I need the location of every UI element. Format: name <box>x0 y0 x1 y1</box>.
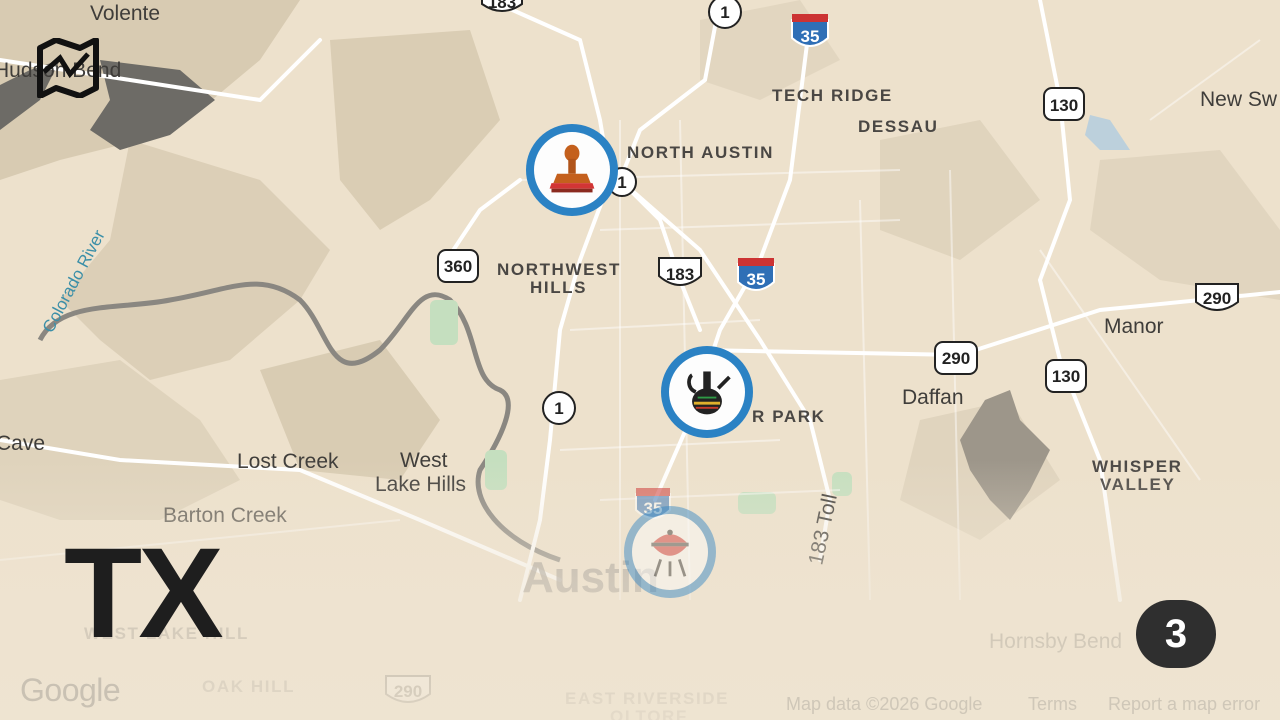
terms-link[interactable]: Terms <box>1028 694 1077 715</box>
svg-text:1: 1 <box>617 173 626 192</box>
svg-text:183: 183 <box>488 0 516 12</box>
marker-stamp[interactable] <box>526 124 618 216</box>
svg-text:1: 1 <box>554 399 563 418</box>
label-dessau: DESSAU <box>858 117 938 136</box>
label-whisper-valley-2: VALLEY <box>1100 475 1175 494</box>
us183-shield-top: 183 <box>481 0 523 12</box>
lake-blob <box>1085 115 1130 150</box>
label-east-riverside-1: EAST RIVERSIDE <box>565 689 729 708</box>
label-west-lake-hills-2: Lake Hills <box>375 473 466 496</box>
svg-text:183: 183 <box>666 265 694 284</box>
svg-text:1: 1 <box>720 3 729 22</box>
tx130-shield-mid: 130 <box>1045 359 1087 393</box>
label-daffan: Daffan <box>902 386 964 409</box>
tx360-shield: 360 <box>437 249 479 283</box>
label-183-toll: 183 Toll <box>804 492 841 567</box>
state-label: TX <box>64 522 224 665</box>
us290-shield-east: 290 <box>1195 283 1239 311</box>
label-northwest-hills-2: HILLS <box>530 278 587 297</box>
rubber-stamp-icon <box>549 144 595 193</box>
report-map-error-link[interactable]: Report a map error <box>1108 694 1260 715</box>
tx290-shield-mid: 290 <box>934 341 978 375</box>
label-west-lake-hills-1: West <box>400 449 448 472</box>
svg-text:290: 290 <box>942 349 970 368</box>
label-manor: Manor <box>1104 315 1164 338</box>
label-whisper-valley-1: WHISPER <box>1092 457 1183 476</box>
jebena-pot-icon <box>687 371 731 415</box>
label-hornsby-bend: Hornsby Bend <box>989 630 1122 653</box>
label-northwest-hills-1: NORTHWEST <box>497 260 621 279</box>
svg-text:130: 130 <box>1052 367 1080 386</box>
svg-text:290: 290 <box>394 682 422 701</box>
svg-text:35: 35 <box>747 270 766 289</box>
svg-text:360: 360 <box>444 257 472 276</box>
marker-grill[interactable] <box>624 506 716 598</box>
label-tech-ridge: TECH RIDGE <box>772 86 893 105</box>
svg-text:130: 130 <box>1050 96 1078 115</box>
tx1-shield-mid: 1 <box>542 391 576 425</box>
svg-text:35: 35 <box>801 27 820 46</box>
tx290-shield-bottom: 290 <box>385 675 431 703</box>
label-lost-creek: Lost Creek <box>237 450 339 473</box>
folded-map-icon[interactable] <box>36 37 100 99</box>
map-data-attribution: Map data ©2026 Google <box>786 694 983 714</box>
label-north-austin: NORTH AUSTIN <box>627 143 774 162</box>
i35-shield-top: 35 <box>791 14 829 47</box>
us183-shield-mid: 183 <box>658 257 702 286</box>
label-new-sweden: New Sw <box>1200 88 1278 111</box>
label-volente: Volente <box>90 2 160 25</box>
marker-count-badge[interactable]: 3 <box>1136 600 1216 668</box>
label-windsor-park: R PARK <box>752 407 826 426</box>
label-east-riverside-2: OLTORF <box>610 707 688 720</box>
tx1-shield-top: 1 <box>708 0 742 29</box>
i35-shield-mid: 35 <box>737 258 775 291</box>
marker-coffee-pot[interactable] <box>661 346 753 438</box>
google-logo: Google <box>20 672 121 708</box>
label-oak-hill: OAK HILL <box>202 677 295 696</box>
svg-text:290: 290 <box>1203 289 1231 308</box>
bbq-grill-icon <box>651 529 689 577</box>
label-bee-cave: Cave <box>0 432 45 455</box>
tx130-shield-top: 130 <box>1043 87 1085 121</box>
